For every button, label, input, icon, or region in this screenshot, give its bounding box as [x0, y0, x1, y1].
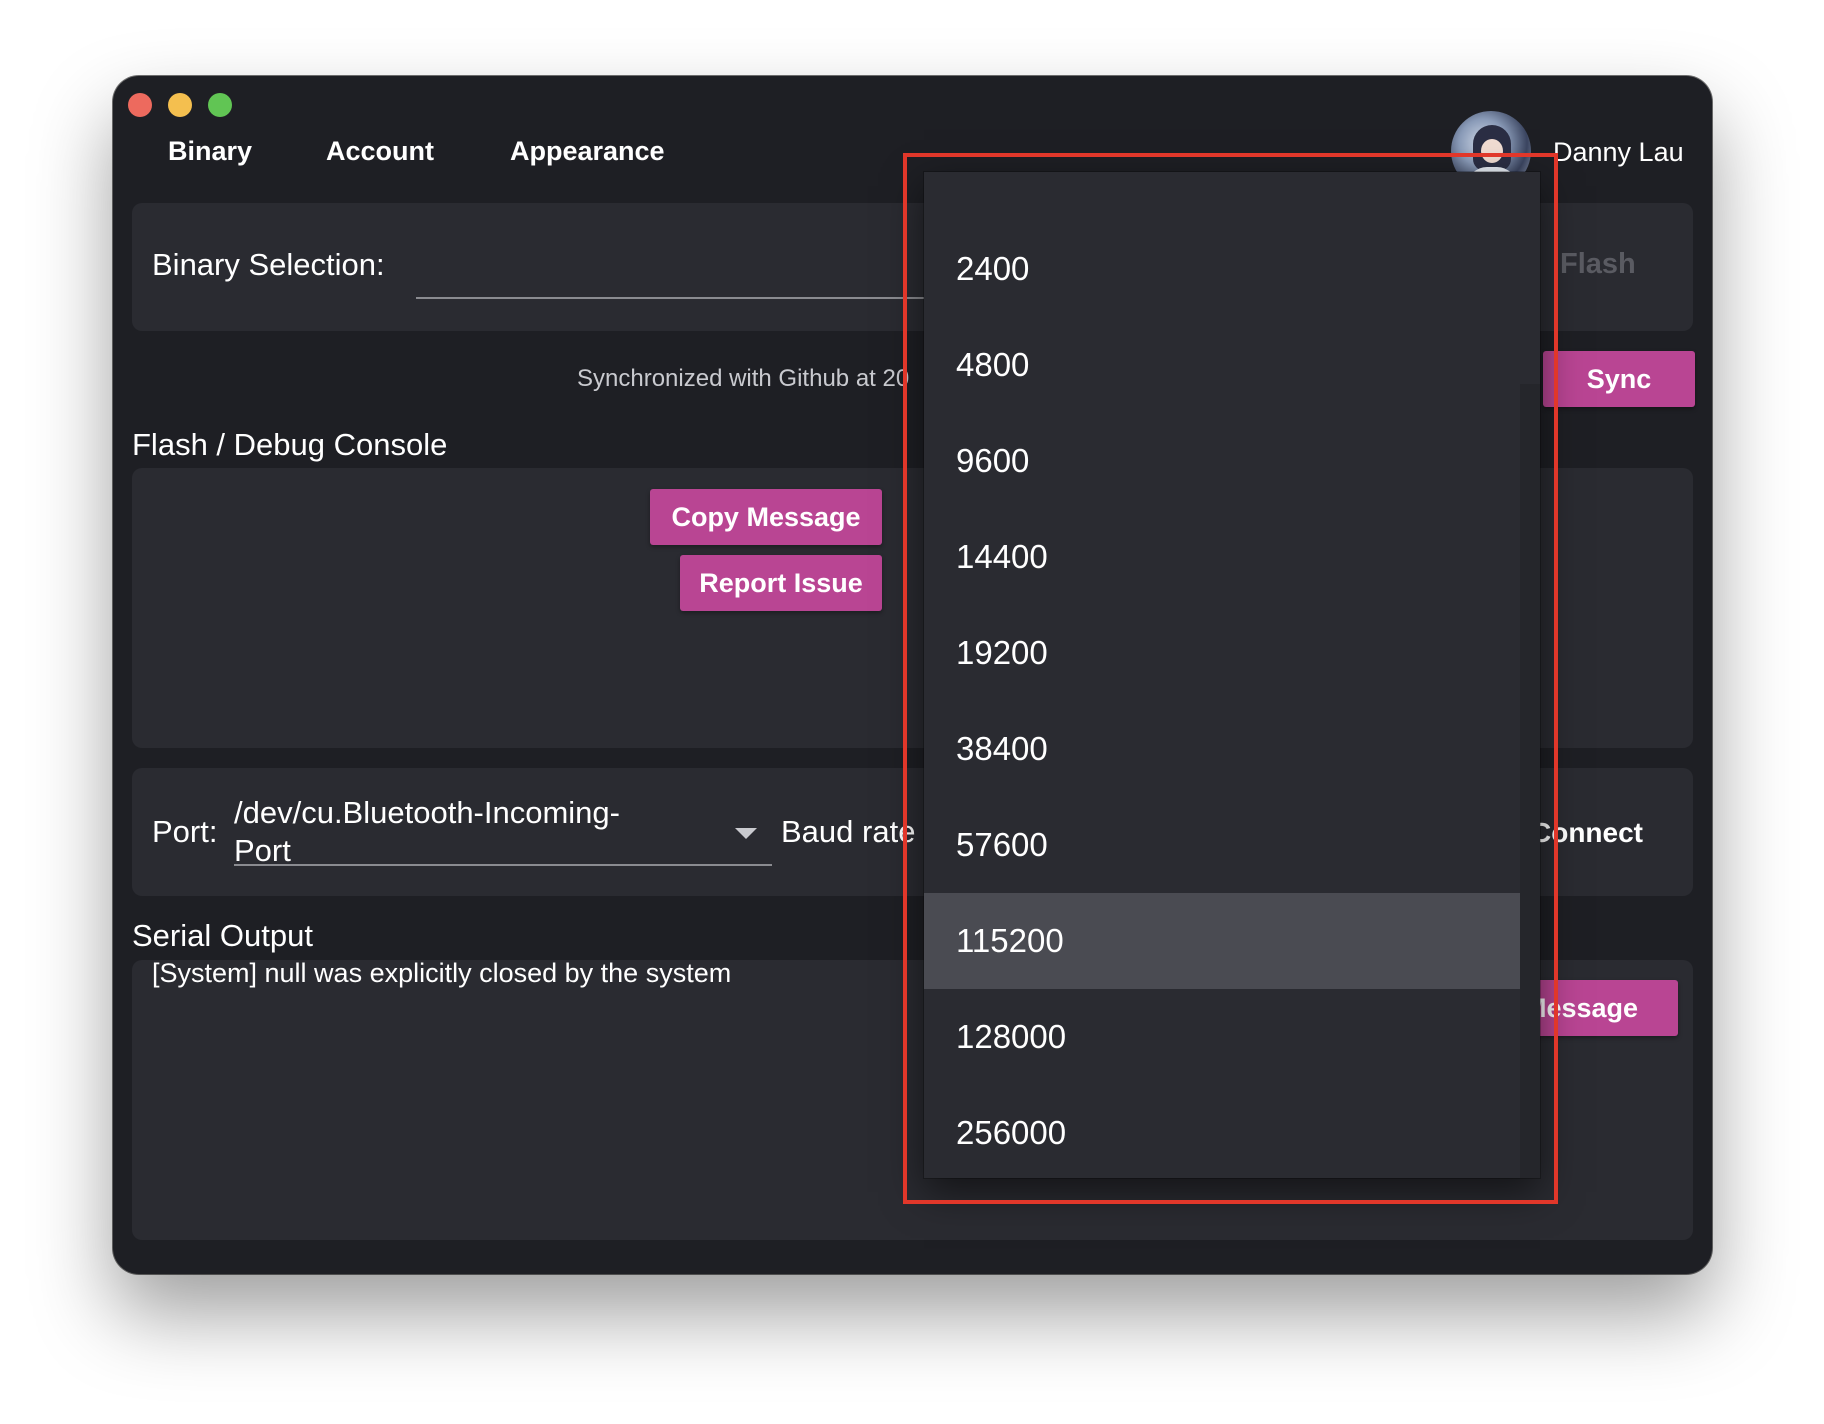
serial-copy-message-button[interactable]: Message [1518, 980, 1678, 1036]
report-issue-button[interactable]: Report Issue [680, 555, 882, 611]
maximize-window-icon[interactable] [208, 93, 232, 117]
baud-option-14400[interactable]: 14400 [924, 509, 1540, 605]
tab-binary[interactable]: Binary [168, 136, 252, 167]
baud-rate-dropdown: 2400 4800 9600 14400 19200 38400 57600 1… [924, 172, 1540, 1178]
flash-button[interactable]: Flash [1560, 248, 1636, 281]
baud-option-2400[interactable]: 2400 [924, 221, 1540, 317]
sync-button[interactable]: Sync [1543, 351, 1695, 407]
dropdown-scrollbar[interactable] [1520, 384, 1540, 1178]
copy-message-button[interactable]: Copy Message [650, 489, 882, 545]
baud-option-19200[interactable]: 19200 [924, 605, 1540, 701]
binary-selection-input[interactable] [416, 297, 956, 299]
serial-copy-message-label: Message [1524, 992, 1639, 1023]
console-title: Flash / Debug Console [132, 427, 448, 462]
user-name[interactable]: Danny Lau [1553, 137, 1684, 168]
baud-option-256000[interactable]: 256000 [924, 1085, 1540, 1178]
baud-option-9600[interactable]: 9600 [924, 413, 1540, 509]
baud-option-38400[interactable]: 38400 [924, 701, 1540, 797]
minimize-window-icon[interactable] [168, 93, 192, 117]
binary-selection-label: Binary Selection: [152, 247, 385, 282]
close-window-icon[interactable] [128, 93, 152, 117]
port-select[interactable]: /dev/cu.Bluetooth-Incoming-Port [234, 794, 664, 870]
baud-option-57600[interactable]: 57600 [924, 797, 1540, 893]
serial-output-line: [System] null was explicitly closed by t… [152, 958, 732, 988]
baud-rate-label: Baud rate [781, 814, 916, 849]
app-window: Binary Account Appearance Danny Lau Bina… [113, 76, 1712, 1274]
baud-option-128000[interactable]: 128000 [924, 989, 1540, 1085]
serial-output-title: Serial Output [132, 918, 313, 953]
avatar-face [1481, 139, 1503, 163]
sync-status-text: Synchronized with Github at 20 [577, 365, 910, 392]
port-label: Port: [152, 814, 218, 849]
baud-option-4800[interactable]: 4800 [924, 317, 1540, 413]
chevron-down-icon[interactable] [735, 828, 757, 839]
tab-account[interactable]: Account [326, 136, 434, 167]
baud-option-115200[interactable]: 115200 [924, 893, 1540, 989]
port-select-underline [234, 864, 772, 866]
tab-appearance[interactable]: Appearance [510, 136, 665, 167]
connect-button[interactable]: Connect [1531, 817, 1643, 849]
